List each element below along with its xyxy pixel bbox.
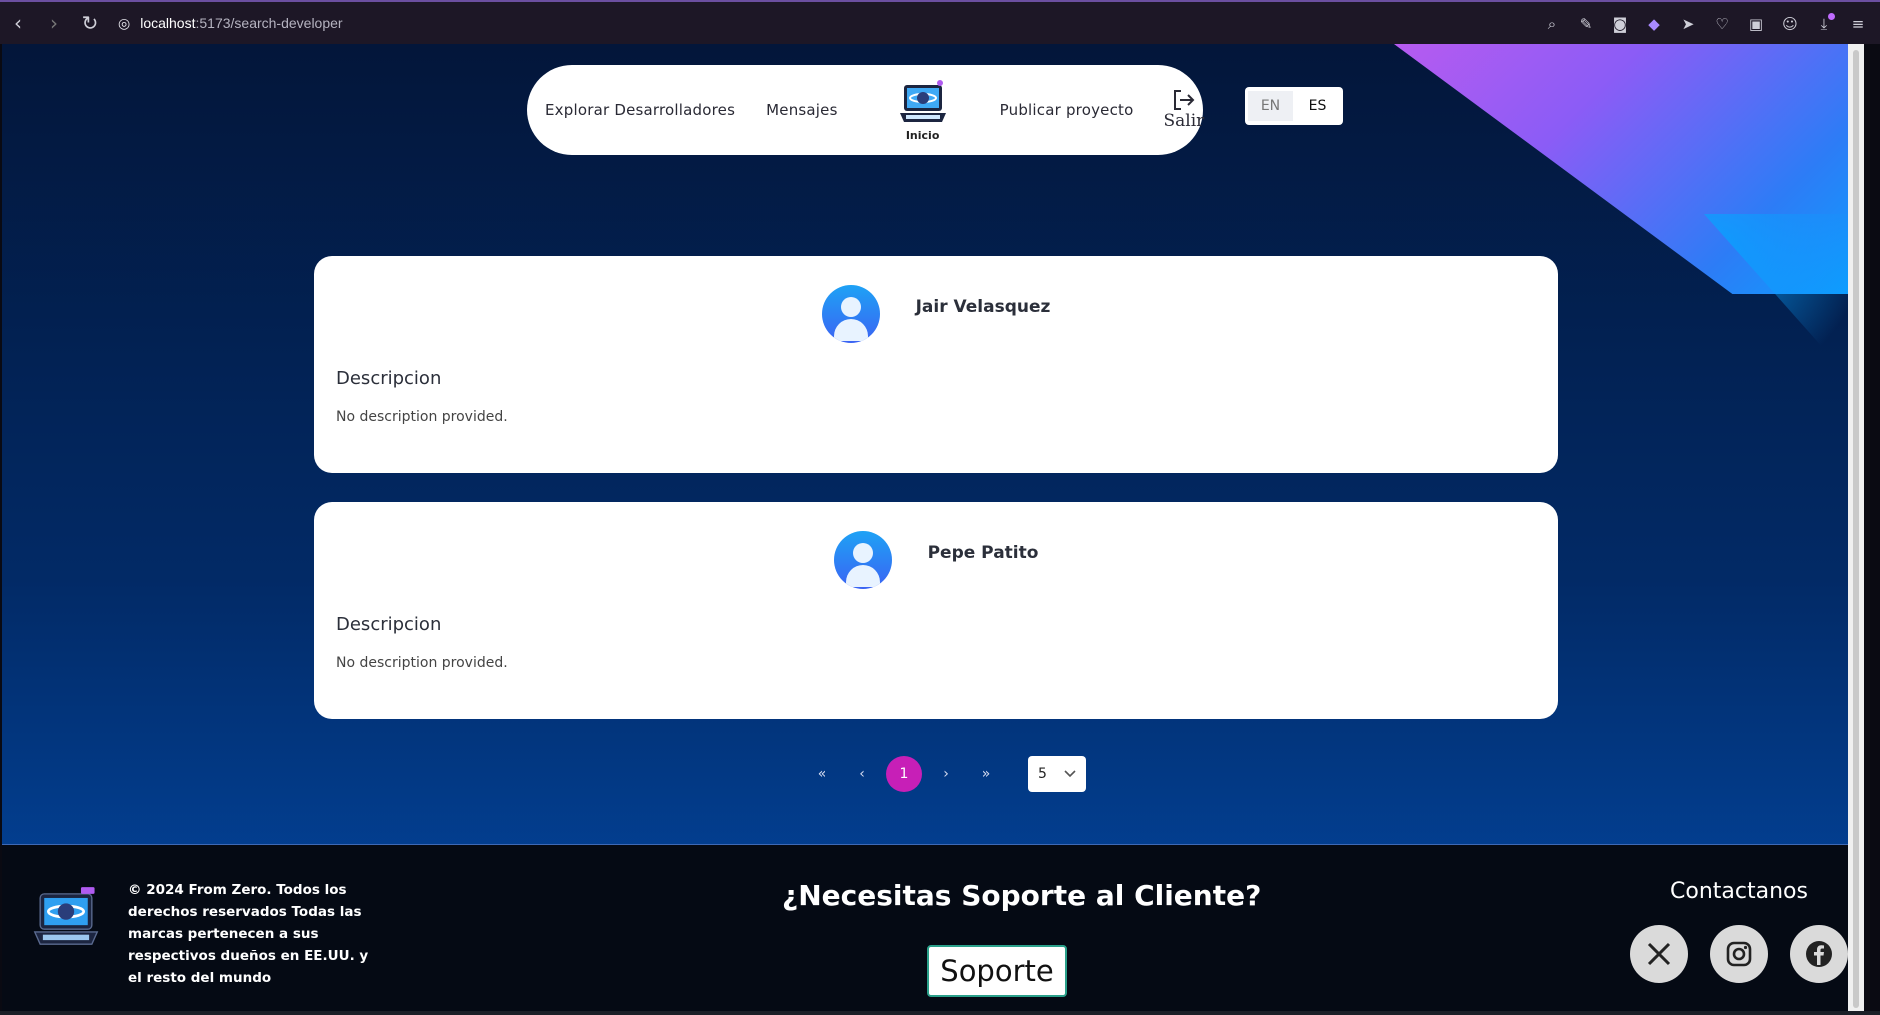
prev-page-button[interactable]: ‹ (846, 756, 878, 792)
language-toggle: EN ES (1245, 87, 1343, 125)
first-page-button[interactable]: « (806, 756, 838, 792)
reload-icon[interactable]: ↻ (72, 5, 108, 41)
x-icon (1647, 942, 1671, 966)
nav-messages[interactable]: Mensajes (766, 101, 838, 119)
site-footer: © 2024 From Zero. Todos los derechos res… (2, 844, 1864, 1015)
back-icon[interactable]: ‹ (0, 5, 36, 41)
laptop-planet-icon (899, 79, 946, 122)
contact-heading: Contactanos (1670, 879, 1808, 904)
chevron-down-icon (1064, 770, 1076, 778)
logout-button[interactable]: Salir (1163, 89, 1205, 131)
page-viewport: Explorar Desarrolladores Mensajes Inicio… (2, 44, 1864, 1015)
last-page-button[interactable]: » (970, 756, 1002, 792)
vertical-scrollbar[interactable] (1848, 44, 1864, 1015)
url-path: :5173/search-developer (195, 15, 343, 31)
heart-icon[interactable]: ♡ (1708, 10, 1736, 38)
shield-icon[interactable]: ◆ (1640, 10, 1668, 38)
menu-icon[interactable]: ≡ (1844, 10, 1872, 38)
developer-name[interactable]: Pepe Patito (928, 543, 1039, 563)
nav-publish-project[interactable]: Publicar proyecto (1000, 101, 1134, 119)
avatar-icon (821, 285, 880, 343)
developer-header: Pepe Patito (314, 531, 1558, 589)
browser-toolbar: ‹ › ↻ ◎ localhost:5173/search-developer … (0, 0, 1880, 44)
url-host: localhost (140, 15, 196, 31)
profile-icon[interactable]: ☺ (1776, 10, 1804, 38)
pagination: « ‹ 1 › » 5 (806, 756, 1086, 792)
avatar-icon (833, 531, 892, 589)
browser-actions: ⌕ ✎ ◙ ◆ ➤ ♡ ▣ ☺ ⤓ ≡ (1538, 2, 1872, 46)
send-icon[interactable]: ➤ (1674, 10, 1702, 38)
instagram-icon (1726, 941, 1752, 967)
cube-icon[interactable]: ▣ (1742, 10, 1770, 38)
decorative-corner-glow (1704, 214, 1864, 394)
home-label: Inicio (905, 128, 940, 142)
description-text: No description provided. (336, 655, 508, 671)
support-heading: ¿Necesitas Soporte al Cliente? (782, 879, 1262, 912)
lang-es-option[interactable]: ES (1295, 91, 1340, 121)
facebook-icon (1806, 941, 1832, 967)
forward-icon[interactable]: › (36, 5, 72, 41)
current-page-button[interactable]: 1 (886, 756, 922, 792)
copyright-text: © 2024 From Zero. Todos los derechos res… (128, 882, 369, 986)
support-button[interactable]: Soporte (927, 945, 1067, 997)
lang-en-option[interactable]: EN (1248, 91, 1293, 121)
developer-header: Jair Velasquez (314, 285, 1558, 343)
description-heading: Descripcion (336, 368, 442, 389)
edit-icon[interactable]: ✎ (1572, 10, 1600, 38)
next-page-button[interactable]: › (930, 756, 962, 792)
page-size-value: 5 (1038, 766, 1047, 782)
address-bar[interactable]: ◎ localhost:5173/search-developer (118, 15, 343, 32)
footer-logo-icon (33, 887, 99, 945)
logout-label: Salir (1163, 111, 1205, 131)
x-social-link[interactable] (1630, 925, 1688, 983)
developer-card[interactable]: Pepe Patito Descripcion No description p… (314, 502, 1558, 719)
taskbar-strip (0, 1011, 1880, 1015)
instagram-social-link[interactable] (1710, 925, 1768, 983)
main-navbar: Explorar Desarrolladores Mensajes Inicio… (527, 65, 1205, 155)
globe-icon: ◎ (118, 14, 131, 31)
nav-explore-developers[interactable]: Explorar Desarrolladores (545, 101, 735, 119)
developer-name[interactable]: Jair Velasquez (916, 297, 1051, 317)
developer-card[interactable]: Jair Velasquez Descripcion No descriptio… (314, 256, 1558, 473)
zoom-icon[interactable]: ⌕ (1538, 10, 1566, 38)
download-icon[interactable]: ⤓ (1810, 10, 1838, 38)
facebook-social-link[interactable] (1790, 925, 1848, 983)
description-text: No description provided. (336, 409, 508, 425)
camera-icon[interactable]: ◙ (1606, 10, 1634, 38)
page-size-select[interactable]: 5 (1028, 756, 1086, 792)
description-heading: Descripcion (336, 614, 442, 635)
home-logo-link[interactable]: Inicio (898, 79, 948, 142)
logout-icon (1173, 90, 1195, 110)
